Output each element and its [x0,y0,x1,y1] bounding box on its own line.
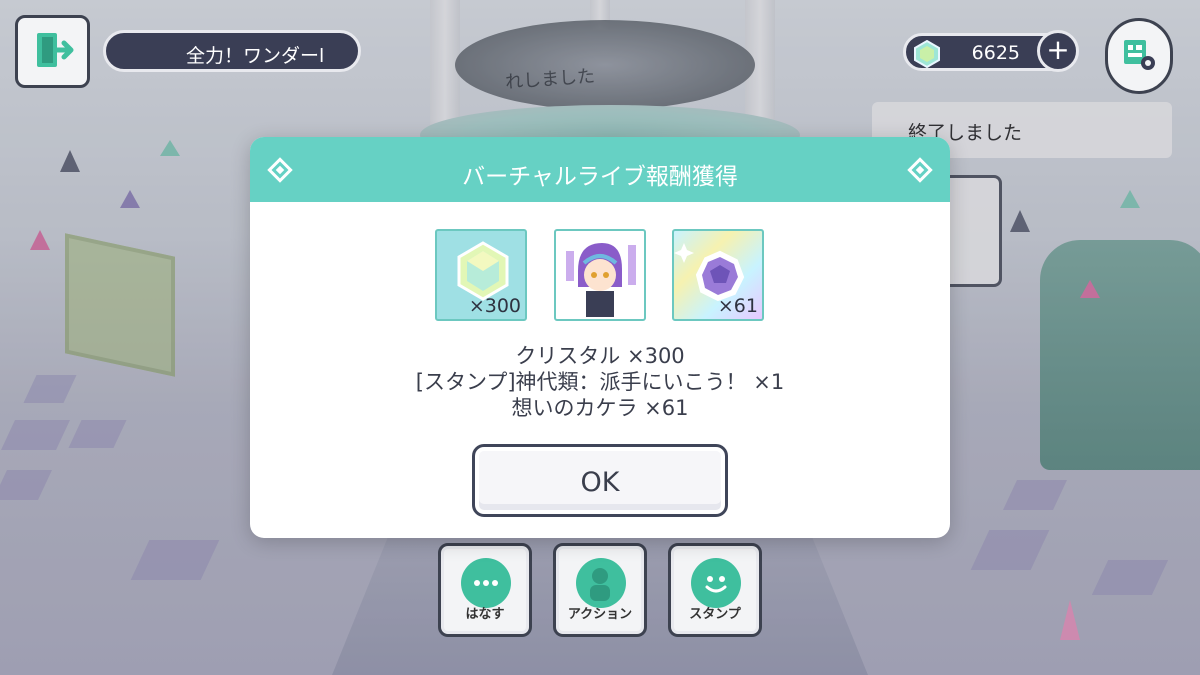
ok-button[interactable]: OK [472,444,728,517]
reward-item-omoi-no-kakera: ×61 [672,229,764,321]
reward-item-crystal: ×300 [435,229,527,321]
stamp-action-button[interactable]: スタンプ [668,543,762,637]
crystal-count: 6625 [971,42,1020,64]
reward-dialog: バーチャルライブ報酬獲得 ×300 ×61 クリスタル ×300 [スタンプ]神… [250,137,950,538]
exit-door-icon [31,28,75,76]
reward-line-stamp: [スタンプ]神代類：派手にいこう！ ×1 [415,370,785,394]
pose-action-button[interactable]: アクション [553,543,647,637]
diamond-ornament-icon [907,157,933,183]
smile-icon [691,558,741,608]
reward-dialog-title: バーチャルライブ報酬獲得 [462,164,738,190]
reward-summary: クリスタル ×300 [スタンプ]神代類：派手にいこう！ ×1 想いのカケラ ×… [250,343,950,421]
crystal-icon [914,39,940,73]
reward-dialog-header: バーチャルライブ報酬獲得 [250,137,950,202]
song-title: 全力！ワンダーl [186,45,325,67]
reward-qty-crystal: ×300 [468,295,521,317]
reward-line-omoi-no-kakera: 想いのカケラ ×61 [511,396,689,420]
pose-icon [576,558,626,608]
song-title-pill: 全力！ワンダーl [103,30,361,72]
buy-crystal-button[interactable]: + [1037,30,1079,72]
menu-button[interactable] [1105,18,1173,94]
talk-action-button[interactable]: はなす [438,543,532,637]
reward-item-stamp [554,229,646,321]
talk-label: はなす [465,607,505,622]
stamp-label: スタンプ [689,607,741,622]
reward-items: ×300 ×61 [250,229,950,321]
reward-qty-omoi-no-kakera: ×61 [717,295,758,317]
chat-bubble-icon [461,558,511,608]
pose-label: アクション [567,607,633,622]
exit-button[interactable] [15,15,90,88]
settings-menu-icon [1119,34,1159,78]
diamond-ornament-icon [267,157,293,183]
reward-line-crystal: クリスタル ×300 [515,344,685,368]
